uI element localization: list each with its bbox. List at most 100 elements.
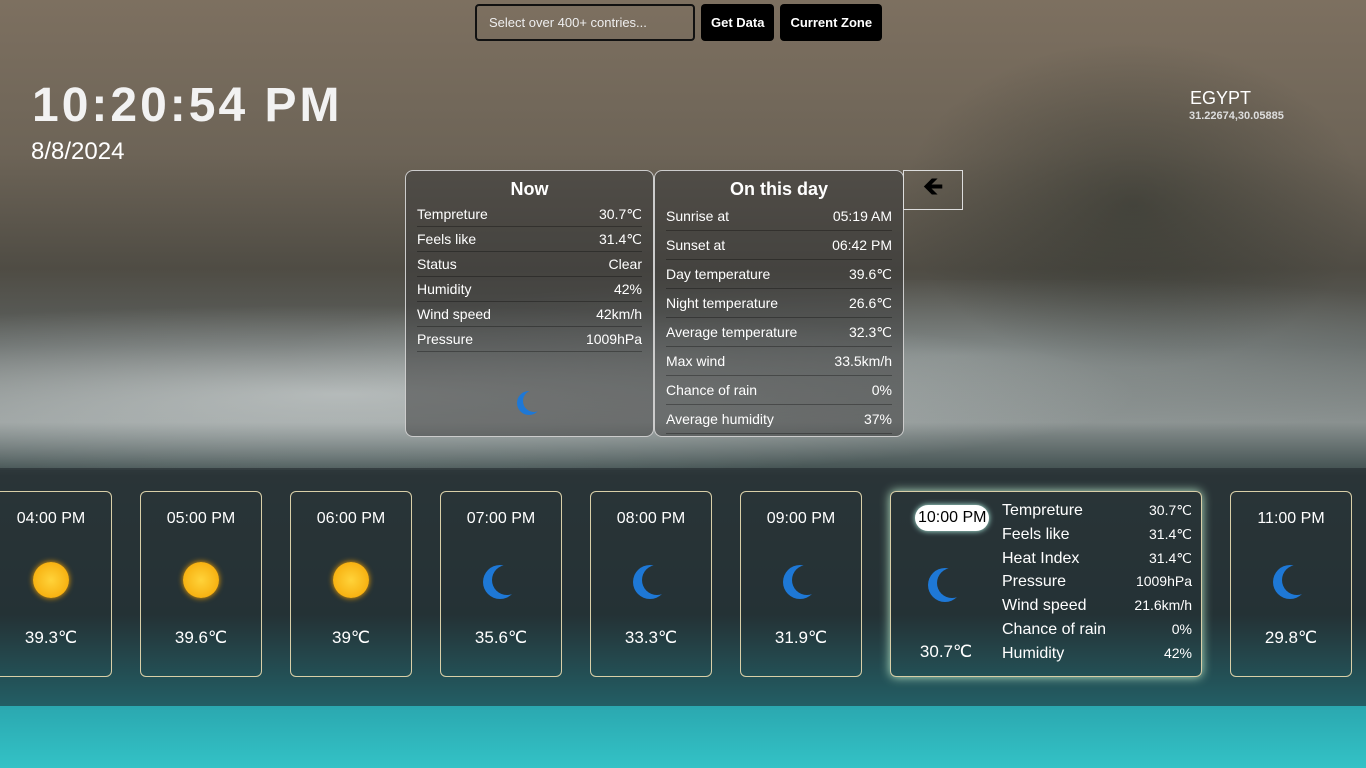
detail-row: Pressure 1009hPa: [1002, 573, 1192, 597]
sun-icon: [333, 562, 369, 599]
hour-temp: 39.3℃: [24, 628, 78, 647]
row-label: Tempreture: [417, 206, 488, 222]
hour-temp: 31.9℃: [774, 628, 828, 647]
row-label: Average temperature: [666, 324, 798, 340]
row-label: Max wind: [666, 353, 726, 369]
clock-date: 8/8/2024: [31, 138, 125, 165]
hour-temp: 35.6℃: [474, 628, 528, 647]
toggle-panel-button[interactable]: 🡸: [903, 170, 963, 210]
detail-row: Humidity 42%: [417, 277, 642, 302]
row-label: Wind speed: [1002, 597, 1087, 615]
row-value: 1009hPa: [585, 331, 642, 347]
row-value: 31.4℃: [599, 230, 642, 247]
row-label: Heat Index: [1002, 549, 1080, 567]
hour-time: 07:00 PM: [466, 510, 536, 527]
row-value: Clear: [608, 256, 642, 272]
background-shade: [900, 40, 1366, 370]
detail-row: Pressure 1009hPa: [417, 327, 642, 352]
detail-row: Day temperature 39.6℃: [666, 260, 892, 289]
row-label: Pressure: [1002, 573, 1067, 591]
hour-card[interactable]: 05:00 PM 39.6℃: [140, 491, 262, 677]
selected-hour-card[interactable]: 10:00 PM 30.7℃ Tempreture 30.7℃ Feels like…: [890, 491, 1202, 677]
row-label: Night temperature: [666, 295, 779, 311]
row-label: Chance of rain: [666, 382, 758, 398]
row-value: 39.6℃: [849, 265, 892, 282]
row-value: 1009hPa: [1135, 573, 1192, 590]
selected-hour-time: 10:00 PM: [915, 505, 990, 531]
detail-row: Sunset at 06:42 PM: [666, 231, 892, 260]
hour-temp: 33.3℃: [624, 628, 678, 647]
row-value: 21.6km/h: [1134, 597, 1192, 614]
row-value: 05:19 AM: [832, 208, 892, 224]
row-label: Sunrise at: [666, 208, 730, 224]
detail-row: Humidity 42%: [1002, 645, 1192, 669]
detail-row: Wind speed 21.6km/h: [1002, 597, 1192, 621]
row-value: 31.4℃: [1149, 549, 1192, 566]
detail-row: Sunrise at 05:19 AM: [666, 202, 892, 231]
row-value: 30.7℃: [599, 205, 642, 222]
country-name: EGYPT: [1190, 88, 1252, 108]
detail-row: Feels like 31.4℃: [417, 227, 642, 252]
hour-time: 06:00 PM: [316, 510, 386, 527]
hour-temp: 39℃: [331, 628, 370, 647]
row-label: Tempreture: [1002, 502, 1083, 519]
sun-icon: [183, 562, 219, 599]
detail-row: Chance of rain 0%: [1002, 621, 1192, 645]
row-label: Average humidity: [666, 411, 774, 427]
moon-icon: [937, 568, 967, 598]
row-value: 0%: [1171, 620, 1192, 637]
moon-icon: [642, 565, 672, 595]
moon-icon: [523, 390, 545, 412]
detail-row: Tempreture 30.7℃: [417, 202, 642, 227]
now-panel: Now Tempreture 30.7℃ Feels like 31.4℃ Status…: [405, 170, 654, 437]
hour-card[interactable]: 09:00 PM 31.9℃: [740, 491, 862, 677]
hour-card[interactable]: 08:00 PM 33.3℃: [590, 491, 712, 677]
row-value: 42km/h: [596, 306, 642, 322]
detail-row: Tempreture 30.7℃: [1002, 502, 1192, 526]
row-value: 0%: [871, 382, 892, 398]
row-value: 26.6℃: [849, 294, 892, 311]
row-value: 42%: [1163, 644, 1192, 661]
row-label: Humidity: [417, 281, 472, 297]
selected-hour-temp: 30.7℃: [919, 642, 973, 661]
hour-card[interactable]: 11:00 PM 29.8℃: [1230, 491, 1352, 677]
row-label: Chance of rain: [1002, 620, 1107, 638]
on-this-day-panel: On this day Sunrise at 05:19 AM Sunset at 0…: [654, 170, 904, 437]
coordinates: 31.22674,30.05885: [1189, 110, 1284, 122]
hour-card[interactable]: 07:00 PM 35.6℃: [440, 491, 562, 677]
clock-time: 10:20:54 PM: [32, 79, 343, 132]
detail-row: Average humidity 37%: [666, 405, 892, 434]
row-value: 31.4℃: [1149, 525, 1192, 542]
hour-card[interactable]: 06:00 PM 39℃: [290, 491, 412, 677]
moon-icon: [1282, 565, 1312, 595]
detail-row: Chance of rain 0%: [666, 376, 892, 405]
hour-card[interactable]: 04:00 PM 39.3℃: [0, 491, 112, 677]
detail-row: Max wind 33.5km/h: [666, 347, 892, 376]
now-title: Now: [510, 179, 549, 199]
moon-icon: [492, 565, 522, 595]
detail-row: Feels like 31.4℃: [1002, 526, 1192, 550]
row-value: 06:42 PM: [832, 237, 892, 253]
country-search-input[interactable]: [475, 4, 695, 41]
arrow-left-icon: 🡸: [922, 171, 944, 201]
row-value: 32.3℃: [849, 323, 892, 340]
hour-time: 08:00 PM: [616, 510, 686, 527]
sun-icon: [33, 562, 69, 599]
row-label: Status: [417, 256, 457, 272]
row-value: 30.7℃: [1149, 502, 1192, 518]
hour-time: 11:00 PM: [1257, 510, 1325, 527]
day-title: On this day: [729, 179, 828, 199]
row-label: Sunset at: [666, 237, 726, 253]
row-label: Feels like: [417, 231, 477, 247]
detail-row: Night temperature 26.6℃: [666, 289, 892, 318]
current-zone-button[interactable]: Current Zone: [780, 4, 883, 41]
row-value: 33.5km/h: [834, 353, 892, 369]
row-value: 42%: [613, 281, 642, 297]
moon-icon: [792, 565, 822, 595]
detail-row: Heat Index 31.4℃: [1002, 550, 1192, 574]
hour-time: 04:00 PM: [16, 510, 86, 527]
get-data-button[interactable]: Get Data: [701, 4, 775, 41]
row-label: Humidity: [1002, 644, 1065, 662]
detail-row: Average temperature 32.3℃: [666, 318, 892, 347]
row-label: Feels like: [1002, 525, 1070, 543]
